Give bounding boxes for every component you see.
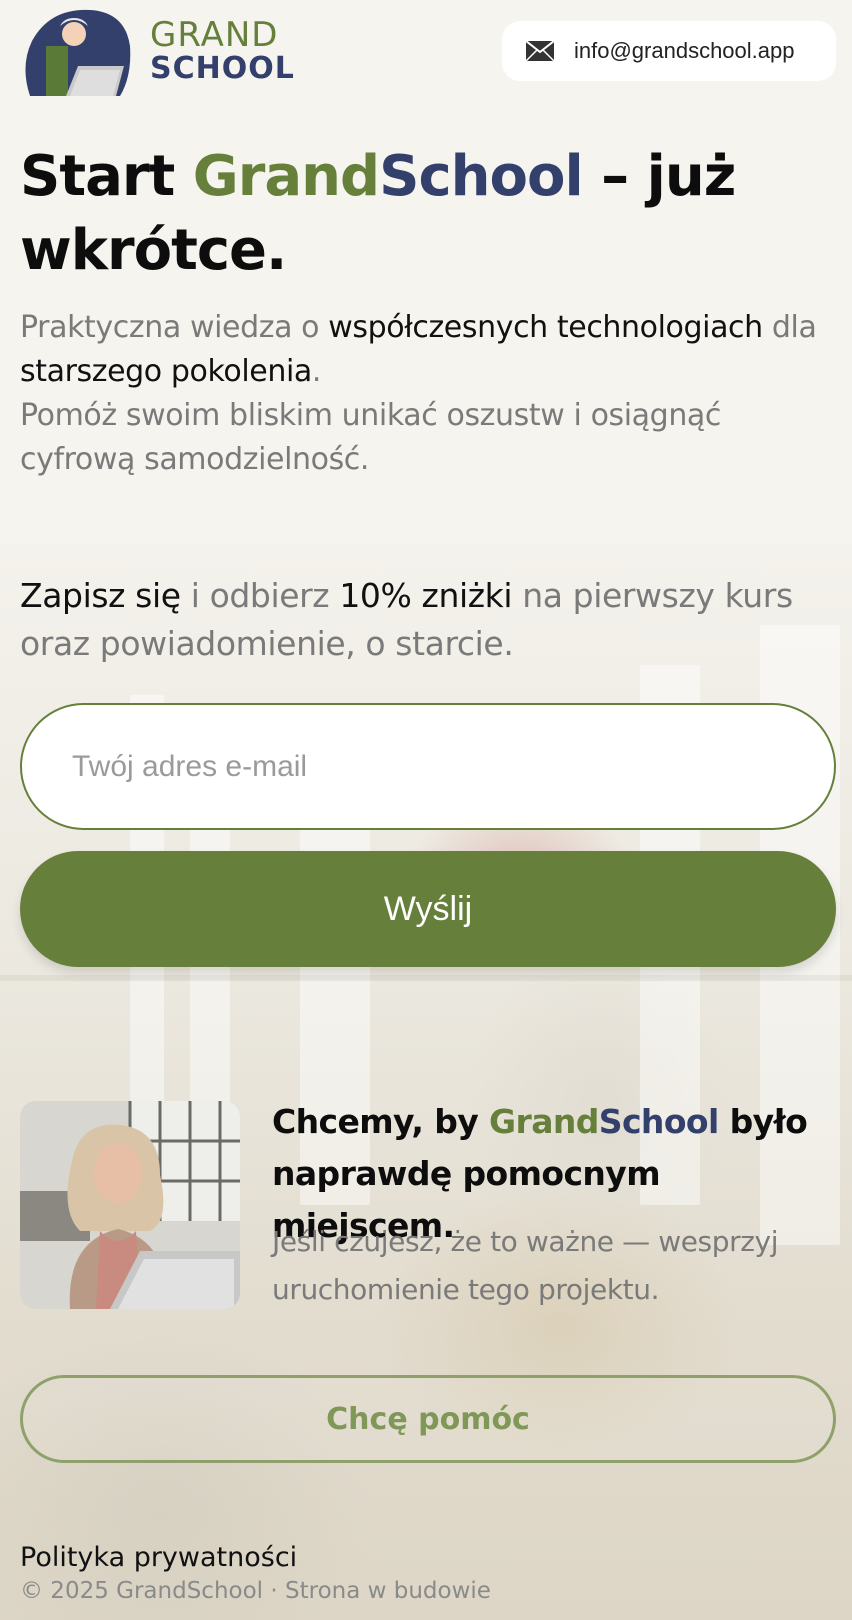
submit-button[interactable]: Wyślij xyxy=(20,851,836,967)
hero-sub-part3: . xyxy=(311,354,322,389)
hero-sub-part2: dla xyxy=(762,310,817,345)
senior-woman-laptop-photo xyxy=(20,1101,240,1309)
page-title: Start GrandSchool – już wkrótce. xyxy=(20,140,820,288)
support-description: Jeśli czujesz, że to ważne — wesprzyj ur… xyxy=(272,1225,779,1306)
signup-text-gray1: i odbierz xyxy=(180,576,340,615)
logo-text-school: SCHOOL xyxy=(150,51,295,86)
signup-description: Zapisz się i odbierz 10% zniżki na pierw… xyxy=(20,572,820,668)
title-start: Start xyxy=(20,144,193,209)
contact-email-text: info@grandschool.app xyxy=(574,38,795,63)
contact-email-link[interactable]: info@grandschool.app xyxy=(502,21,836,81)
logo-text-grand: GRAND xyxy=(150,15,279,55)
envelope-icon xyxy=(526,41,554,61)
title-brand-grand: Grand xyxy=(192,144,380,209)
hero-sub-highlight1: współczesnych technologiach xyxy=(328,310,763,345)
hero-sub-highlight2: starszego pokolenia xyxy=(20,354,312,389)
logo-grandpa-laptop-icon xyxy=(25,9,131,96)
hero-sub-line2: Pomóż swoim bliskim unikać oszustw i osi… xyxy=(20,398,722,477)
privacy-policy-link[interactable]: Polityka prywatności xyxy=(20,1542,297,1573)
support-title-brand-school: School xyxy=(598,1102,719,1141)
support-title-brand-grand: Grand xyxy=(489,1102,599,1141)
support-title-part1: Chcemy, by xyxy=(272,1102,490,1141)
email-input[interactable] xyxy=(20,703,836,830)
signup-text-discount: 10% zniżki xyxy=(339,576,513,615)
brand-logo[interactable]: GRAND SCHOOL xyxy=(20,6,310,96)
title-brand-school: School xyxy=(379,144,584,209)
signup-text-dark1: Zapisz się xyxy=(20,576,181,615)
help-button[interactable]: Chcę pomóc xyxy=(20,1375,836,1463)
hero-sub-part1: Praktyczna wiedza o xyxy=(20,310,329,345)
hero-description: Praktyczna wiedza o współczesnych techno… xyxy=(20,306,840,482)
copyright-text: © 2025 GrandSchool · Strona w budowie xyxy=(20,1578,491,1604)
